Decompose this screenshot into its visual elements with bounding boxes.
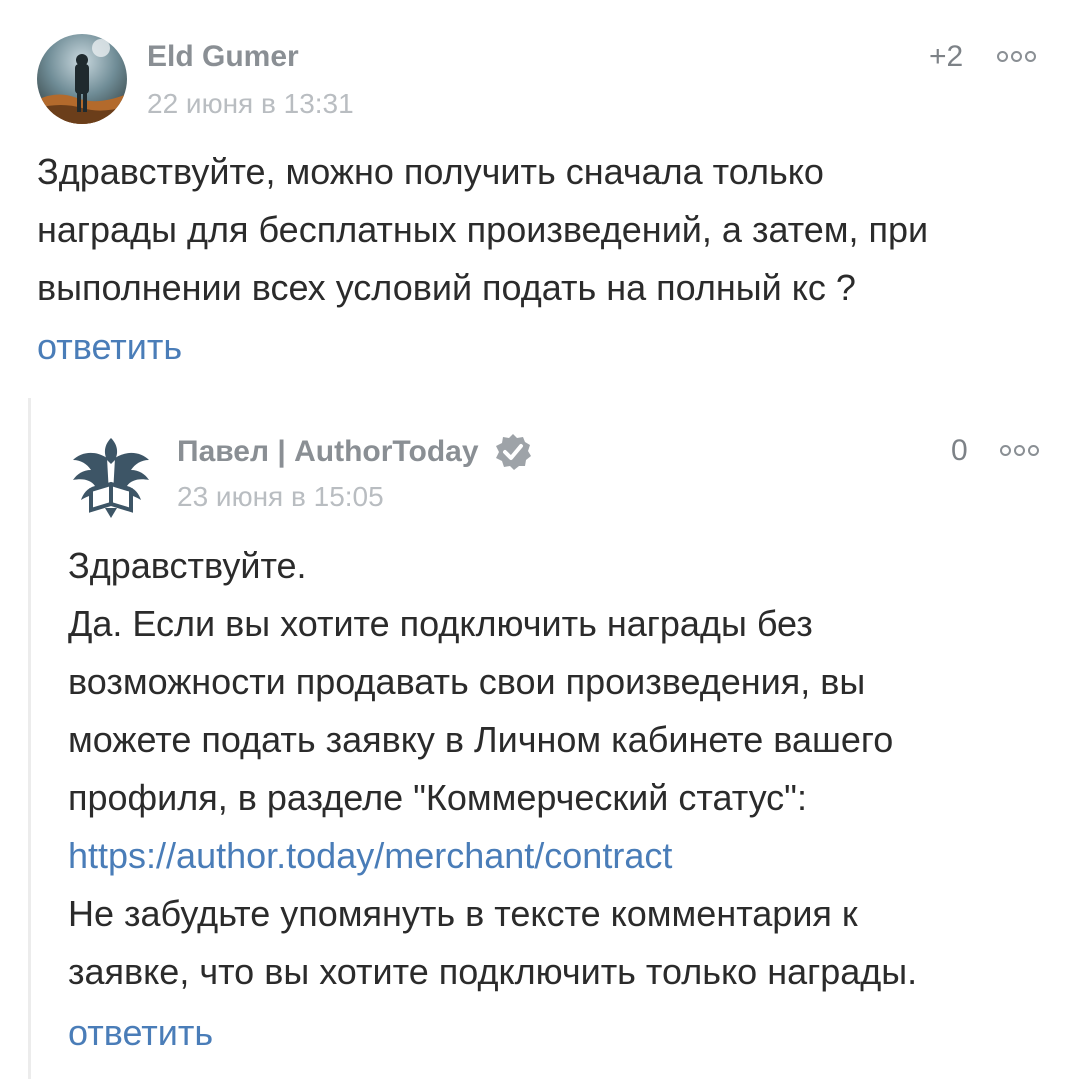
more-options-icon[interactable] [1000,445,1039,456]
comment-date: 23 июня в 15:05 [177,481,384,512]
more-options-icon[interactable] [997,51,1036,62]
reply-comment: Павел | AuthorToday 23 июня в 15:05 0 Зд… [28,398,1079,1079]
text-line: можете подать заявку в Личном кабинете в… [68,719,894,760]
reply-button[interactable]: ответить [37,326,182,368]
author-name[interactable]: Павел | AuthorToday [177,432,533,472]
text-line: Не забудьте упомянуть в тексте комментар… [68,893,858,934]
comment-date: 22 июня в 13:31 [147,88,354,119]
rating-score: 0 [951,434,968,467]
comment-text: Здравствуйте. Да. Если вы хотите подключ… [68,537,1058,1001]
text-line: выполнении всех условий подать на полный… [37,267,856,308]
merchant-contract-link[interactable]: https://author.today/merchant/contract [68,827,1058,885]
text-line: профиля, в разделе "Коммерческий статус"… [68,777,807,818]
author-name[interactable]: Eld Gumer [147,40,299,74]
avatar[interactable] [37,34,127,124]
verified-badge-icon [493,432,533,472]
text-line: возможности продавать свои произведения,… [68,661,866,702]
text-line: Здравствуйте, можно получить сначала тол… [37,151,824,192]
author-name-text: Павел | AuthorToday [177,435,479,468]
rating-score: +2 [929,40,964,73]
reply-button[interactable]: ответить [68,1012,213,1054]
text-line: награды для бесплатных произведений, а з… [37,209,929,250]
text-line: заявке, что вы хотите подключить только … [68,951,918,992]
avatar[interactable] [65,430,157,522]
text-line: Да. Если вы хотите подключить награды бе… [68,603,813,644]
text-line: Здравствуйте. [68,545,307,586]
comment-text: Здравствуйте, можно получить сначала тол… [37,143,1057,317]
